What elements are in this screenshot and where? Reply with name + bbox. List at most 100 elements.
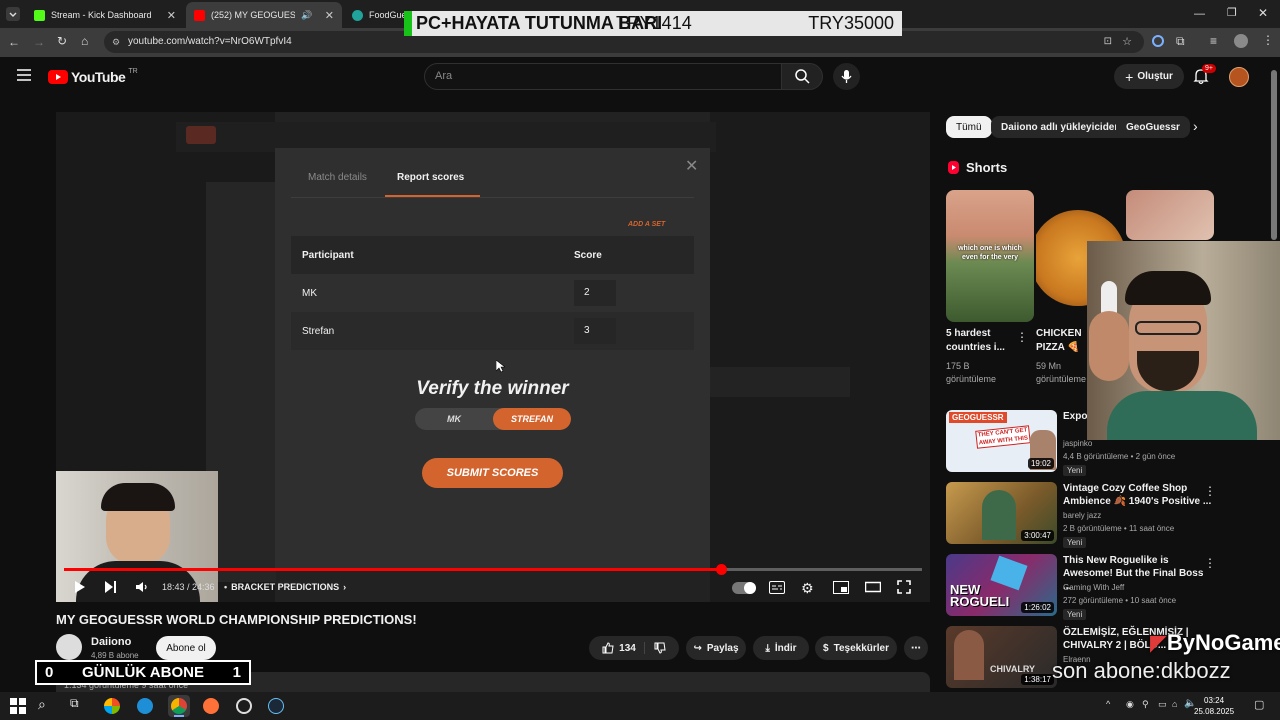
close-icon[interactable]: ✕	[325, 9, 334, 22]
steam-icon[interactable]	[268, 698, 284, 714]
short-thumbnail[interactable]: which one is which even for the very	[946, 190, 1034, 322]
video-thumbnail[interactable]: NEW ROGUELI 1:26:02	[946, 554, 1057, 616]
video-thumbnail[interactable]: GEOGUESSR THEY CAN'T GET AWAY WITH THIS …	[946, 410, 1057, 472]
subtitles-button[interactable]	[769, 581, 785, 594]
page-scrollbar[interactable]	[1271, 70, 1277, 240]
tab-match-details[interactable]: Match details	[308, 172, 367, 183]
video-channel[interactable]: Gaming With Jeff	[1063, 583, 1124, 592]
tab-search-button[interactable]	[6, 7, 20, 21]
notifications-button[interactable]: 9+	[1193, 64, 1216, 85]
forward-icon[interactable]: →	[33, 35, 45, 49]
share-button[interactable]: ↪ Paylaş	[686, 636, 746, 660]
list-item[interactable]: NEW ROGUELI 1:26:02 This New Roguelike i…	[946, 554, 1266, 620]
notification-center-icon[interactable]: ▢	[1254, 698, 1264, 711]
video-title-link[interactable]: Expos... Audec...	[1063, 410, 1087, 423]
home-icon[interactable]: ⌂	[81, 34, 88, 48]
miniplayer-button[interactable]	[833, 581, 849, 594]
site-info-icon[interactable]: ⚙	[112, 31, 120, 53]
video-player[interactable]: Match details Report scores ✕ ADD A SET …	[56, 112, 930, 602]
back-icon[interactable]: ←	[8, 35, 20, 49]
more-menu-icon[interactable]: ⋮	[1262, 33, 1274, 47]
thanks-button[interactable]: $ Teşekkürler	[815, 636, 897, 660]
channel-name[interactable]: Daiiono	[91, 636, 131, 648]
install-icon[interactable]: ⊡	[1104, 31, 1112, 53]
play-button[interactable]	[74, 580, 86, 594]
maximize-icon[interactable]: ❐	[1227, 6, 1237, 19]
chevron-right-icon[interactable]: ›	[1193, 118, 1198, 134]
browser-tab-kick[interactable]: Stream - Kick Dashboard ✕	[26, 2, 184, 28]
taskbar-search-icon[interactable]: ⌕	[38, 696, 58, 716]
add-set-link[interactable]: ADD A SET	[628, 221, 665, 228]
chip-all[interactable]: Tümü	[946, 116, 992, 138]
next-button[interactable]	[104, 580, 117, 594]
media-controls-icon[interactable]: ≡	[1210, 34, 1217, 48]
taskbar-clock[interactable]: 03:24 25.08.2025	[1194, 695, 1234, 717]
video-title-link[interactable]: Vintage Cozy Coffee Shop Ambience 🍂 1940…	[1063, 482, 1213, 508]
extension-icon[interactable]	[1152, 35, 1164, 47]
copilot-icon[interactable]	[104, 698, 120, 714]
chip-from-uploader[interactable]: Daiiono adlı yükleyiciden	[991, 116, 1131, 138]
winner-toggle[interactable]: MK STREFAN	[415, 408, 571, 430]
minimize-icon[interactable]: —	[1194, 8, 1205, 20]
winner-option-mk[interactable]: MK	[415, 408, 493, 430]
like-button[interactable]: 134	[602, 642, 645, 654]
video-channel[interactable]: jaspinko	[1063, 439, 1092, 448]
close-icon[interactable]: ✕	[167, 9, 176, 22]
chapter-button[interactable]: • BRACKET PREDICTIONS ›	[224, 582, 346, 592]
seek-bar[interactable]	[64, 564, 922, 575]
task-view-icon[interactable]: ⧉	[70, 696, 90, 716]
account-avatar[interactable]	[1229, 67, 1249, 87]
score-input[interactable]: 3	[574, 318, 616, 344]
profile-avatar-icon[interactable]	[1234, 34, 1248, 48]
score-input[interactable]: 2	[574, 280, 616, 306]
youtube-logo[interactable]: YouTube TR	[48, 68, 138, 85]
browser-tab-youtube[interactable]: (252) MY GEOGUESSR WOR 🔊 ✕	[186, 2, 342, 28]
tab-report-scores[interactable]: Report scores	[397, 172, 464, 183]
search-input[interactable]: Ara	[424, 63, 782, 90]
hamburger-menu-icon[interactable]	[17, 68, 31, 82]
winner-option-strefan[interactable]: STREFAN	[493, 408, 571, 430]
speaker-icon[interactable]: 🔊	[301, 10, 312, 21]
chip-geoguessr[interactable]: GeoGuessr	[1116, 116, 1190, 138]
channel-avatar[interactable]	[56, 634, 82, 660]
close-modal-icon[interactable]: ✕	[685, 156, 698, 176]
video-menu-icon[interactable]: ⋮	[1204, 484, 1216, 498]
puzzle-extensions-icon[interactable]: ⧉	[1176, 34, 1185, 49]
dislike-button[interactable]	[650, 642, 666, 654]
tray-chevron-icon[interactable]: ^	[1106, 699, 1110, 709]
theater-mode-button[interactable]	[865, 581, 881, 593]
reload-icon[interactable]: ↻	[57, 34, 67, 48]
tray-app-icon[interactable]: ◉	[1126, 699, 1134, 710]
window-close-icon[interactable]: ✕	[1258, 6, 1268, 20]
tray-usb-icon[interactable]: ⚲	[1142, 699, 1149, 710]
video-thumbnail[interactable]: CHIVALRY 1:38:17	[946, 626, 1057, 688]
download-button[interactable]: ⤓ İndir	[753, 636, 809, 660]
tray-display-icon[interactable]: ▭	[1158, 699, 1167, 710]
short-title[interactable]: 5 hardest countries i...	[946, 327, 1018, 355]
create-button[interactable]: + Oluştur	[1114, 64, 1184, 89]
chrome-taskbar-button[interactable]	[168, 695, 190, 717]
list-item[interactable]: 3:00:47 Vintage Cozy Coffee Shop Ambienc…	[946, 482, 1266, 548]
more-actions-button[interactable]: ⋯	[904, 636, 928, 660]
voice-search-button[interactable]	[833, 63, 860, 90]
edge-icon[interactable]	[137, 698, 153, 714]
network-icon[interactable]: ⌂	[1172, 699, 1177, 709]
short-thumbnail[interactable]	[1126, 190, 1214, 240]
subscribe-button[interactable]: Abone ol	[156, 636, 216, 660]
submit-scores-button[interactable]: SUBMIT SCORES	[422, 458, 563, 488]
video-thumbnail[interactable]: 3:00:47	[946, 482, 1057, 544]
fullscreen-button[interactable]	[897, 580, 911, 594]
mute-button[interactable]	[135, 580, 149, 594]
autoplay-toggle[interactable]	[732, 582, 756, 594]
short-title[interactable]: CHICKEN PIZZA 🍕	[1036, 327, 1088, 355]
search-button[interactable]	[781, 63, 823, 90]
browser-tab-foodguessr[interactable]: FoodGuess	[344, 2, 404, 28]
settings-gear-icon[interactable]: ⚙	[801, 580, 814, 597]
bookmark-star-icon[interactable]: ☆	[1122, 31, 1132, 53]
obs-icon[interactable]	[236, 698, 252, 714]
firefox-icon[interactable]	[203, 698, 219, 714]
video-channel[interactable]: barely jazz	[1063, 511, 1101, 520]
short-menu-icon[interactable]: ⋮	[1016, 330, 1028, 344]
video-menu-icon[interactable]: ⋮	[1204, 556, 1216, 570]
windows-start-icon[interactable]	[8, 696, 28, 716]
